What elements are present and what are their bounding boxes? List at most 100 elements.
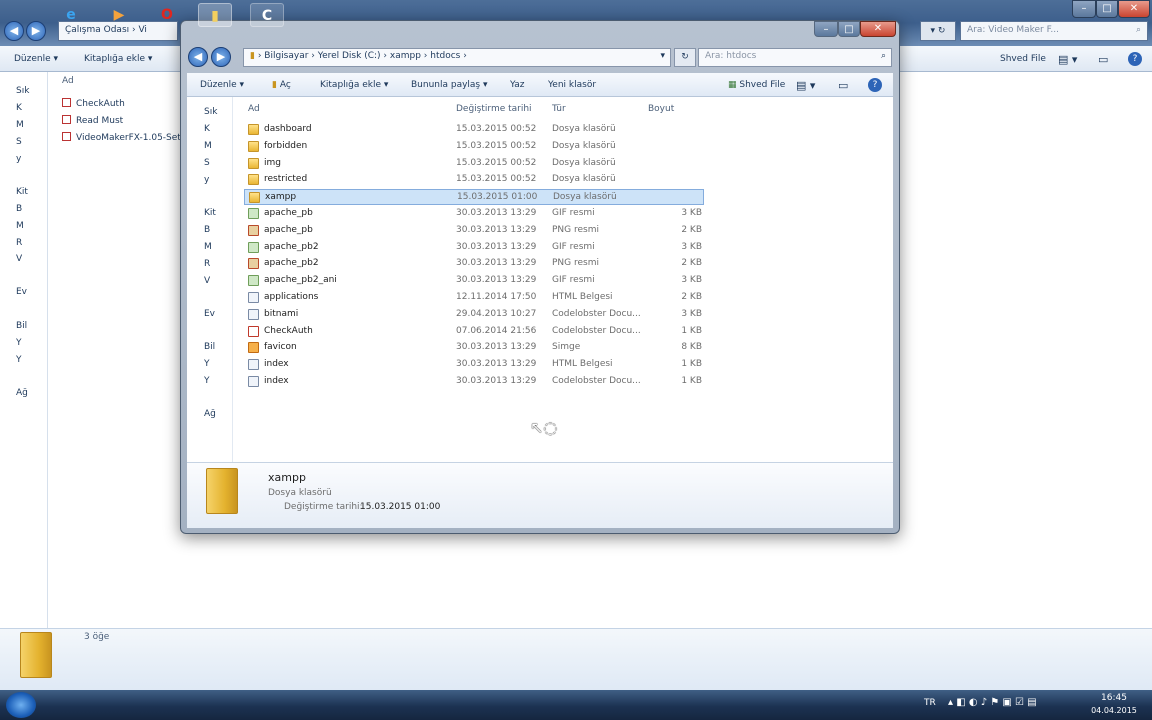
file-row[interactable]: index 30.03.2013 13:29 Codelobster Docu...… — [244, 374, 704, 390]
bg-file-item[interactable]: Read Must — [62, 115, 180, 129]
breadcrumb-computer[interactable]: Bilgisayar — [264, 51, 308, 61]
organize-button[interactable]: Düzenle ▾ — [200, 80, 244, 90]
bg-nav-item[interactable]: S — [16, 137, 48, 151]
bg-shared-file-button[interactable]: Shved File — [1000, 54, 1046, 64]
bg-preview-pane-icon[interactable]: ▭ — [1098, 53, 1108, 66]
language-indicator[interactable]: TR — [924, 698, 936, 708]
file-row[interactable]: restricted 15.03.2015 00:52 Dosya klasörü — [244, 172, 704, 188]
file-row[interactable]: bitnami 29.04.2013 10:27 Codelobster Docu.… — [244, 307, 704, 323]
gif-file-icon — [248, 208, 259, 219]
bg-nav-item[interactable]: y — [16, 154, 48, 168]
bg-column-name[interactable]: Ad — [62, 76, 74, 86]
preview-pane-icon[interactable]: ▭ — [838, 79, 848, 92]
breadcrumb-local-disk[interactable]: Yerel Disk (C:) — [318, 51, 381, 61]
file-row[interactable]: favicon 30.03.2013 13:29 Simge 8 KB — [244, 340, 704, 356]
file-row[interactable]: apache_pb2 30.03.2013 13:29 PNG resmi 2 KB — [244, 256, 704, 272]
file-date: 30.03.2013 13:29 — [456, 342, 537, 353]
file-row[interactable]: apache_pb2_ani 30.03.2013 13:29 GIF resmi 3… — [244, 273, 704, 289]
file-date: 07.06.2014 21:56 — [456, 325, 537, 336]
clock-time[interactable]: 16:45 — [1094, 693, 1134, 703]
bg-nav-item[interactable]: M — [16, 120, 48, 134]
file-icon — [62, 132, 71, 141]
bg-nav-item[interactable]: Y — [16, 338, 48, 352]
start-button[interactable] — [6, 692, 36, 718]
file-row[interactable]: xampp 15.03.2015 01:00 Dosya klasörü — [244, 189, 704, 206]
bg-nav-item[interactable]: Bil — [16, 321, 48, 335]
bg-forward-button[interactable]: ▶ — [26, 21, 46, 41]
search-input[interactable]: Ara: htdocs ⌕ — [698, 48, 892, 67]
opera-icon[interactable]: O — [150, 3, 184, 27]
bg-file-item[interactable]: VideoMakerFX-1.05-Set — [62, 132, 180, 146]
bg-nav-item[interactable]: K — [16, 103, 48, 117]
file-type: PNG resmi — [552, 224, 599, 235]
tray-icons[interactable]: ▴ ◧ ◐ ♪ ⚑ ▣ ☑ ▤ — [948, 697, 1037, 708]
file-row[interactable]: img 15.03.2015 00:52 Dosya klasörü — [244, 156, 704, 172]
help-icon[interactable]: ? — [868, 78, 882, 92]
bg-minimize-button[interactable]: – — [1072, 0, 1096, 18]
bg-nav-item[interactable]: M — [16, 221, 48, 235]
bg-nav-item[interactable]: Y — [16, 355, 48, 369]
breadcrumb-htdocs[interactable]: htdocs — [430, 51, 460, 61]
file-row[interactable]: CheckAuth 07.06.2014 21:56 Codelobster Doc… — [244, 324, 704, 340]
bg-organize-button[interactable]: Düzenle ▾ — [14, 54, 58, 64]
file-name: bitnami — [264, 308, 299, 319]
details-type: Dosya klasörü — [268, 488, 332, 498]
internet-explorer-icon[interactable]: e — [54, 3, 88, 27]
bg-nav-item[interactable]: Kit — [16, 187, 48, 201]
column-header-date[interactable]: Değiştirme tarihi — [456, 104, 532, 114]
media-player-icon[interactable]: ▶ — [102, 3, 136, 27]
bg-nav-item[interactable]: V — [16, 254, 48, 268]
close-button[interactable]: ✕ — [860, 21, 896, 37]
bg-add-library-button[interactable]: Kitaplığa ekle ▾ — [84, 54, 152, 64]
new-folder-button[interactable]: Yeni klasör — [548, 80, 596, 90]
view-options-icon[interactable]: ▤ ▾ — [796, 79, 815, 92]
column-header-name[interactable]: Ad — [248, 104, 260, 114]
burn-button[interactable]: Yaz — [510, 80, 525, 90]
file-row[interactable]: apache_pb 30.03.2013 13:29 GIF resmi 3 KB — [244, 206, 704, 222]
open-button[interactable]: ▮ Aç — [272, 80, 291, 90]
explorer-taskbar-icon[interactable]: ▮ — [198, 3, 232, 27]
bg-nav-item[interactable]: B — [16, 204, 48, 218]
file-name: index — [264, 376, 289, 386]
file-type: HTML Belgesi — [552, 292, 613, 302]
share-button[interactable]: Bununla paylaş ▾ — [411, 80, 488, 90]
file-type: Dosya klasörü — [552, 157, 616, 168]
forward-button[interactable]: ▶ — [211, 47, 231, 67]
bg-nav-item[interactable]: Ev — [16, 287, 48, 301]
breadcrumb-xampp[interactable]: xampp — [390, 51, 421, 61]
file-row[interactable]: dashboard 15.03.2015 00:52 Dosya klasörü — [244, 122, 704, 138]
bg-close-button[interactable]: ✕ — [1118, 0, 1150, 18]
back-button[interactable]: ◀ — [188, 47, 208, 67]
address-bar[interactable]: ▮ › Bilgisayar › Yerel Disk (C:) › xampp… — [243, 48, 671, 67]
add-library-button[interactable]: Kitaplığa ekle ▾ — [320, 80, 388, 90]
file-row[interactable]: index 30.03.2013 13:29 HTML Belgesi 1 KB — [244, 357, 704, 373]
clock-date[interactable]: 04.04.2015 — [1086, 706, 1142, 715]
minimize-button[interactable]: – — [814, 21, 838, 37]
bg-help-icon[interactable]: ? — [1128, 52, 1142, 66]
file-row[interactable]: apache_pb 30.03.2013 13:29 PNG resmi 2 KB — [244, 223, 704, 239]
shared-file-button[interactable]: ▦ Shved File — [728, 80, 785, 90]
file-row[interactable]: forbidden 15.03.2015 00:52 Dosya klasörü — [244, 139, 704, 155]
bg-view-options-icon[interactable]: ▤ ▾ — [1058, 53, 1077, 66]
bg-search-input[interactable]: Ara: Video Maker F... ⌕ — [960, 21, 1148, 41]
file-date: 30.03.2013 13:29 — [456, 208, 537, 218]
bg-nav-item[interactable]: Ağ — [16, 388, 48, 402]
bg-nav-item[interactable]: R — [16, 238, 48, 252]
file-name: CheckAuth — [264, 325, 313, 336]
column-header-type[interactable]: Tür — [552, 104, 566, 114]
file-date: 29.04.2013 10:27 — [456, 308, 537, 319]
bg-back-button[interactable]: ◀ — [4, 21, 24, 41]
file-date: 30.03.2013 13:29 — [456, 275, 537, 286]
refresh-button[interactable]: ↻ — [674, 48, 696, 67]
maximize-button[interactable]: □ — [838, 21, 860, 37]
column-header-size[interactable]: Boyut — [648, 104, 674, 114]
bg-refresh-button[interactable]: ▾ ↻ — [920, 21, 956, 41]
command-bar — [187, 73, 893, 97]
file-row[interactable]: applications 12.11.2014 17:50 HTML Belgesi… — [244, 290, 704, 306]
address-dropdown-icon[interactable]: ▾ — [660, 51, 665, 61]
bg-nav-item[interactable]: Sık — [16, 86, 48, 100]
codelobster-icon[interactable]: C — [250, 3, 284, 27]
bg-file-item[interactable]: CheckAuth — [62, 98, 180, 112]
file-row[interactable]: apache_pb2 30.03.2013 13:29 GIF resmi 3 KB — [244, 240, 704, 256]
bg-maximize-button[interactable]: □ — [1096, 0, 1118, 18]
